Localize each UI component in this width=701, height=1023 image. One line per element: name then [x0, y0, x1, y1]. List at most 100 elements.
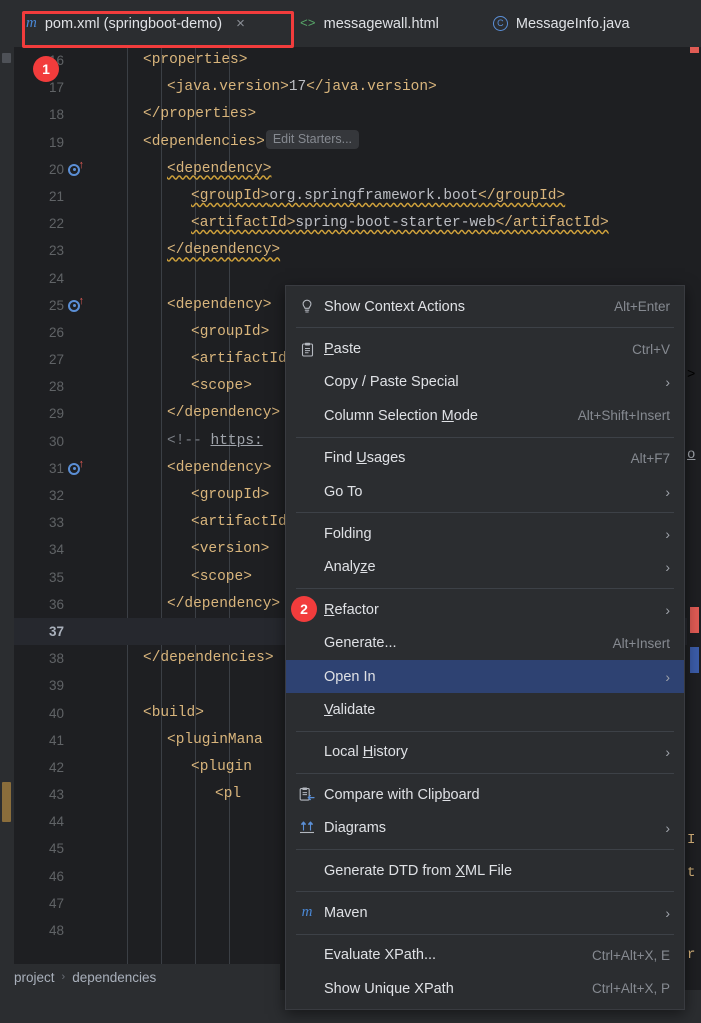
- tab-label: messagewall.html: [323, 15, 439, 32]
- menu-item-icon-placeholder: [296, 407, 318, 425]
- tab-messagewall-html[interactable]: <> messagewall.html: [286, 0, 453, 47]
- line-number: 24: [48, 270, 64, 286]
- chevron-right-icon: ›: [665, 374, 670, 391]
- code-line[interactable]: 17 <java.version>17</java.version>: [14, 74, 687, 101]
- peek-char: t: [687, 865, 696, 881]
- peek-char: r: [687, 947, 696, 963]
- code-text: <groupId>: [191, 487, 270, 503]
- html-icon: <>: [300, 16, 316, 31]
- menu-item-open-in[interactable]: Open In ›: [286, 659, 684, 694]
- chevron-right-icon: ›: [665, 601, 670, 618]
- code-text: <groupId>: [191, 323, 270, 340]
- code-text: <!-- https:: [167, 432, 263, 449]
- line-number: 27: [48, 352, 64, 368]
- editor-context-menu[interactable]: Show Context Actions Alt+Enter Paste Ctrl+V…: [285, 285, 685, 1011]
- menu-item-go-to[interactable]: Go To ›: [286, 475, 684, 508]
- line-number: 31: [48, 460, 64, 476]
- code-text: </properties>: [143, 106, 257, 123]
- code-line[interactable]: 21 <groupId>org.springframework.boot</gro…: [14, 183, 687, 210]
- code-text: <version>: [191, 541, 270, 558]
- edit-starters-inlay-hint[interactable]: Edit Starters...: [265, 129, 360, 149]
- code-line[interactable]: 22 <artifactId>spring-boot-starter-web</a…: [14, 210, 687, 237]
- code-line[interactable]: 23 </dependency>: [14, 237, 687, 264]
- menu-item-generate-dtd-from-xml-file[interactable]: Generate DTD from XML File: [286, 854, 684, 887]
- menu-separator: [296, 773, 674, 775]
- breadcrumb-item-dependencies[interactable]: dependencies: [72, 970, 156, 985]
- code-line[interactable]: 18 </properties>: [14, 101, 687, 128]
- line-number: 23: [48, 243, 64, 259]
- tab-pom-xml[interactable]: m pom.xml (springboot-demo) ×: [0, 0, 272, 47]
- menu-item-label: Copy / Paste Special: [324, 374, 459, 391]
- line-number: 48: [48, 923, 64, 938]
- java-class-icon: C: [492, 16, 508, 31]
- breadcrumb-item-project[interactable]: project: [14, 970, 55, 985]
- menu-item-label: Refactor: [324, 601, 379, 618]
- code-line[interactable]: 16<properties>: [14, 47, 687, 74]
- menu-item-label: Find Usages: [324, 450, 406, 467]
- code-line[interactable]: 20 ↑ <dependency>: [14, 156, 687, 183]
- code-line[interactable]: 19 <dependencies> Edit Starters...: [14, 129, 687, 156]
- code-text: <artifactId>: [191, 514, 296, 531]
- menu-item-diagrams[interactable]: Diagrams ›: [286, 811, 684, 844]
- menu-item-maven[interactable]: m Maven ›: [286, 896, 684, 929]
- menu-item-label: Generate...: [324, 635, 397, 652]
- menu-item-find-usages[interactable]: Find Usages Alt+F7: [286, 442, 684, 475]
- run-target-gutter-icon[interactable]: ↑: [68, 160, 85, 177]
- code-text: <dependency>: [167, 160, 272, 177]
- tab-messageinfo-java[interactable]: C MessageInfo.java: [479, 0, 644, 47]
- menu-item-icon-placeholder: [296, 525, 318, 543]
- menu-item-icon-placeholder: [296, 862, 318, 880]
- run-target-gutter-icon[interactable]: ↑: [68, 296, 85, 313]
- peek-char: I: [687, 832, 696, 848]
- menu-item-label: Analyze: [324, 559, 376, 576]
- menu-item-analyze[interactable]: Analyze ›: [286, 551, 684, 584]
- menu-item-icon-placeholder: [296, 483, 318, 501]
- line-number: 38: [48, 651, 64, 667]
- peek-char: >: [687, 367, 696, 383]
- menu-item-compare-with-clipboard[interactable]: Compare with Clipboard: [286, 778, 684, 811]
- code-text: <groupId>org.springframework.boot</group…: [191, 187, 566, 204]
- menu-item-evaluate-xpath[interactable]: Evaluate XPath... Ctrl+Alt+X, E: [286, 939, 684, 972]
- menu-item-label: Validate: [324, 701, 376, 718]
- clipboard-icon: [296, 340, 318, 358]
- line-number: 47: [48, 895, 64, 911]
- tab-label: MessageInfo.java: [515, 15, 630, 32]
- menu-item-icon-placeholder: [296, 668, 318, 686]
- annotation-badge-1: 1: [33, 56, 59, 82]
- chevron-right-icon: ›: [665, 904, 670, 921]
- menu-item-label: Compare with Clipboard: [324, 786, 480, 803]
- menu-item-paste[interactable]: Paste Ctrl+V: [286, 332, 684, 365]
- menu-separator: [296, 588, 674, 590]
- menu-item-validate[interactable]: Validate: [286, 693, 684, 726]
- run-target-gutter-icon[interactable]: ↑: [68, 459, 85, 476]
- close-icon[interactable]: ×: [236, 15, 245, 32]
- menu-item-show-unique-xpath[interactable]: Show Unique XPath Ctrl+Alt+X, P: [286, 972, 684, 1005]
- menu-item-shortcut: Ctrl+V: [632, 341, 670, 357]
- menu-item-copy-paste-special[interactable]: Copy / Paste Special ›: [286, 366, 684, 399]
- menu-item-shortcut: Alt+F7: [630, 450, 670, 466]
- line-number: 41: [48, 732, 64, 748]
- chevron-right-icon: ›: [665, 820, 670, 837]
- line-number: 40: [48, 705, 64, 721]
- editor-right-peek: > o I t r: [687, 47, 701, 968]
- menu-item-icon-placeholder: [296, 743, 318, 761]
- chevron-right-icon: ›: [665, 744, 670, 761]
- diagrams-icon: [296, 819, 318, 837]
- menu-item-folding[interactable]: Folding ›: [286, 517, 684, 550]
- line-number: 29: [48, 406, 64, 422]
- menu-item-icon-placeholder: [296, 701, 318, 719]
- menu-item-local-history[interactable]: Local History ›: [286, 736, 684, 769]
- annotation-badge-2: 2: [291, 596, 317, 622]
- code-text: <build>: [143, 704, 204, 721]
- editor-tab-bar: m pom.xml (springboot-demo) × <> message…: [0, 0, 701, 47]
- line-number: 28: [48, 379, 64, 395]
- menu-item-show-context-actions[interactable]: Show Context Actions Alt+Enter: [286, 290, 684, 323]
- maven-icon: m: [26, 15, 37, 31]
- menu-item-label: Go To: [324, 483, 363, 500]
- menu-item-refactor[interactable]: Refactor ›: [286, 593, 684, 626]
- menu-item-column-selection-mode[interactable]: Column Selection Mode Alt+Shift+Insert: [286, 399, 684, 432]
- menu-item-generate[interactable]: Generate... Alt+Insert: [286, 627, 684, 660]
- code-text: <java.version>17</java.version>: [167, 79, 437, 96]
- code-text: <scope>: [191, 378, 252, 395]
- peek-char: o: [687, 447, 696, 463]
